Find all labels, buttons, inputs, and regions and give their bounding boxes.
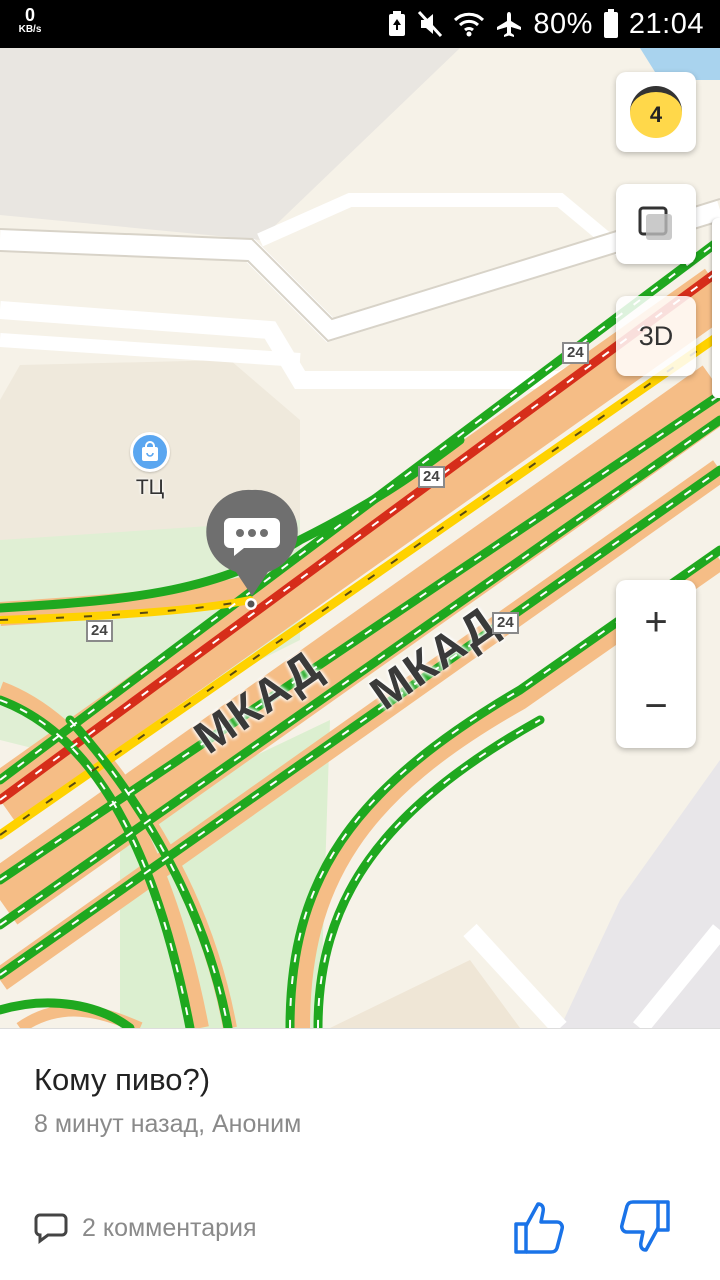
shopping-bag-icon	[130, 432, 170, 472]
event-title: Кому пиво?)	[34, 1062, 211, 1097]
zoom-controls: + −	[616, 580, 696, 748]
traffic-button[interactable]: 4	[616, 72, 696, 152]
event-meta: 8 минут назад, Аноним	[34, 1110, 302, 1138]
road-number-badge: 24	[492, 612, 519, 634]
network-speed-unit: KB/s	[18, 24, 42, 35]
battery-percent: 80%	[533, 7, 593, 40]
poi-label: ТЦ	[135, 476, 165, 499]
mute-icon	[418, 10, 443, 38]
app-root: 0 KB/s 80% 21:04 ТЦ МКАД МКАД 24 24 24 2…	[0, 0, 720, 1280]
zoom-in-button[interactable]: +	[616, 580, 696, 664]
status-icons: 80% 21:04	[387, 0, 704, 48]
battery-saver-icon	[389, 11, 406, 36]
side-panel-handle[interactable]	[712, 218, 720, 398]
wifi-icon	[454, 12, 485, 37]
chat-bubble-icon	[206, 489, 298, 596]
network-speed-value: 0	[24, 5, 35, 25]
building-bottom	[330, 960, 520, 1028]
building-right	[560, 760, 720, 1028]
comments-link[interactable]: 2 комментария	[34, 1208, 257, 1248]
layers-icon	[638, 206, 672, 240]
thumbs-down-icon[interactable]	[618, 1198, 672, 1256]
mode-3d-button[interactable]: 3D	[616, 296, 696, 376]
road-number-badge: 24	[562, 342, 589, 364]
road-number-badge: 24	[418, 466, 445, 488]
comment-icon	[34, 1213, 68, 1244]
road-event-pin[interactable]	[206, 486, 298, 616]
comments-count: 2 комментария	[82, 1213, 257, 1242]
battery-icon	[603, 9, 618, 38]
road-number-badge: 24	[86, 620, 113, 642]
map-view[interactable]: ТЦ МКАД МКАД 24 24 24 24 4 3D + −	[0, 48, 720, 1028]
traffic-level-badge: 4	[630, 86, 682, 138]
clock: 21:04	[628, 7, 704, 40]
status-bar: 0 KB/s 80% 21:04	[0, 0, 720, 48]
network-speed: 0 KB/s	[14, 6, 46, 35]
airplane-icon	[497, 12, 522, 37]
thumbs-up-icon[interactable]	[512, 1198, 566, 1256]
industrial-area	[0, 48, 460, 240]
map-canvas[interactable]	[0, 48, 720, 1028]
poi-shopping-center[interactable]: ТЦ	[128, 432, 172, 500]
layers-button[interactable]	[616, 184, 696, 264]
zoom-out-button[interactable]: −	[616, 664, 696, 748]
